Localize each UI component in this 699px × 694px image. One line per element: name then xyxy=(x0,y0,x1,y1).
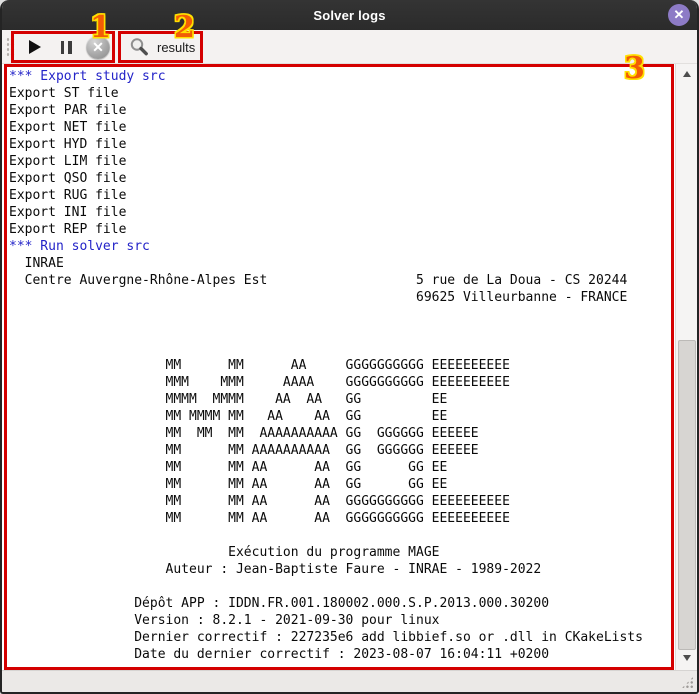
log-line: Export HYD file xyxy=(9,136,675,153)
log-line: MM MM AAAAAAAAAA GG GGGGGG EEEEEE xyxy=(9,442,675,459)
log-content-area: *** Export study srcExport ST fileExport… xyxy=(2,64,697,670)
scroll-down-button[interactable] xyxy=(676,650,698,666)
scroll-down-icon xyxy=(683,655,691,661)
log-line: 69625 Villeurbanne - FRANCE xyxy=(9,289,675,306)
log-line xyxy=(9,340,675,357)
log-line: Dépôt APP : IDDN.FR.001.180002.000.S.P.2… xyxy=(9,595,675,612)
log-line: INRAE xyxy=(9,255,675,272)
log-line: MMM MMM AAAA GGGGGGGGGG EEEEEEEEEE xyxy=(9,374,675,391)
log-line: Version : 8.2.1 - 2021-09-30 pour linux xyxy=(9,612,675,629)
log-line: Exécution du programme MAGE xyxy=(9,544,675,561)
pause-icon xyxy=(61,41,72,54)
log-line xyxy=(9,323,675,340)
log-line: Date du dernier correctif : 2023-08-07 1… xyxy=(9,646,675,663)
scroll-up-icon xyxy=(683,71,691,77)
log-line: MM MM MM AAAAAAAAAA GG GGGGGG EEEEEE xyxy=(9,425,675,442)
close-icon: ✕ xyxy=(674,7,685,23)
log-line xyxy=(9,578,675,595)
log-line: *** Run solver src xyxy=(9,238,675,255)
log-line: MM MM AA GGGGGGGGGG EEEEEEEEEE xyxy=(9,357,675,374)
log-line: MMMM MMMM AA AA GG EE xyxy=(9,391,675,408)
log-output: *** Export study srcExport ST fileExport… xyxy=(2,64,675,670)
log-line: Export LIM file xyxy=(9,153,675,170)
play-icon xyxy=(29,40,41,54)
log-line: Centre Auvergne-Rhône-Alpes Est 5 rue de… xyxy=(9,272,675,289)
log-line: MM MM AA AA GG GG EE xyxy=(9,476,675,493)
stop-solver-button[interactable]: ✕ xyxy=(84,33,112,61)
search-icon xyxy=(129,37,149,57)
scroll-up-button[interactable] xyxy=(676,66,698,82)
titlebar[interactable]: Solver logs ✕ xyxy=(2,0,697,30)
toolbar: ✕ results xyxy=(2,30,697,64)
log-line: Auteur : Jean-Baptiste Faure - INRAE - 1… xyxy=(9,561,675,578)
log-line: Export ST file xyxy=(9,85,675,102)
log-line: Export REP file xyxy=(9,221,675,238)
statusbar xyxy=(2,670,697,692)
log-line: Export NET file xyxy=(9,119,675,136)
log-line xyxy=(9,306,675,323)
toolbar-drag-handle-icon[interactable] xyxy=(5,36,15,58)
pause-solver-button[interactable] xyxy=(52,33,80,61)
log-line: Export PAR file xyxy=(9,102,675,119)
close-button[interactable]: ✕ xyxy=(668,4,690,26)
run-solver-button[interactable] xyxy=(21,33,49,61)
results-button-label: results xyxy=(157,40,195,55)
solver-logs-window: Solver logs ✕ ✕ results *** Export study… xyxy=(0,0,699,694)
resize-grip-icon[interactable] xyxy=(681,676,694,689)
results-button[interactable]: results xyxy=(123,32,201,62)
log-line: Export QSO file xyxy=(9,170,675,187)
log-line: *** Export study src xyxy=(9,68,675,85)
log-line: Export INI file xyxy=(9,204,675,221)
stop-icon: ✕ xyxy=(86,35,110,59)
log-line: MM MM AA AA GG GG EE xyxy=(9,459,675,476)
scrollbar-thumb[interactable] xyxy=(678,340,696,650)
log-line: MM MM AA AA GGGGGGGGGG EEEEEEEEEE xyxy=(9,510,675,527)
log-line: Export RUG file xyxy=(9,187,675,204)
window-title: Solver logs xyxy=(313,8,385,23)
log-line xyxy=(9,527,675,544)
vertical-scrollbar[interactable] xyxy=(675,64,697,670)
log-line: Dernier correctif : 227235e6 add libbief… xyxy=(9,629,675,646)
log-line: MM MM AA AA GGGGGGGGGG EEEEEEEEEE xyxy=(9,493,675,510)
log-line: MM MMMM MM AA AA GG EE xyxy=(9,408,675,425)
